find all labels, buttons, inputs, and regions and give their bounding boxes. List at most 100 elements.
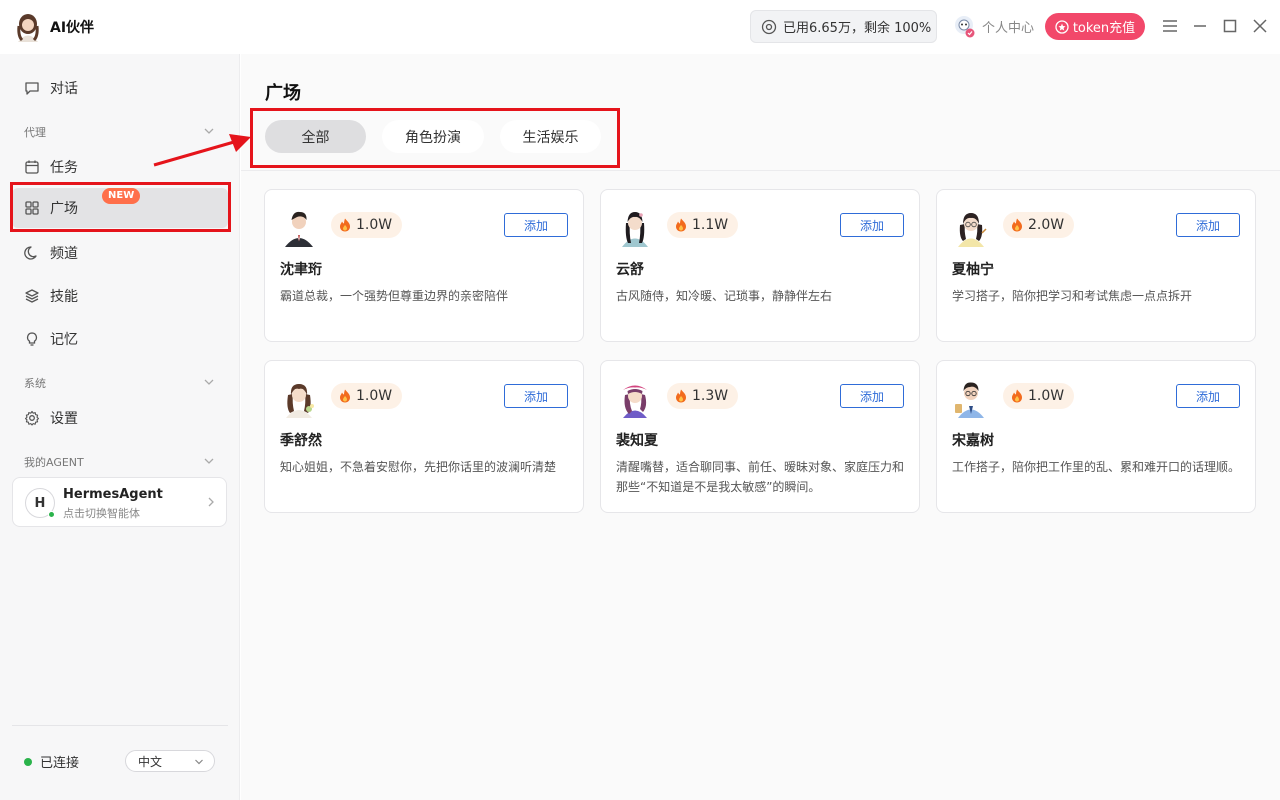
group-label-agent: 代理: [24, 126, 46, 139]
character-name: 宋嘉树: [952, 433, 994, 449]
sidebar-item-label: 广场: [50, 201, 78, 217]
new-badge: NEW: [102, 188, 141, 204]
popularity-value: 1.1W: [692, 217, 729, 233]
fire-icon: [676, 218, 686, 232]
connection-dot: [24, 757, 32, 766]
character-avatar: [955, 382, 984, 418]
token-recharge-button[interactable]: token充值: [1045, 13, 1145, 40]
category-tabs: 全部 角色扮演 生活娱乐: [241, 109, 1280, 171]
usage-gear-icon: [761, 19, 777, 34]
menu-icon[interactable]: [1161, 17, 1179, 35]
tab-all[interactable]: 全部: [265, 120, 366, 153]
language-select[interactable]: 中文: [125, 750, 215, 772]
popularity-badge: 2.0W: [1003, 212, 1075, 238]
close-icon[interactable]: [1251, 17, 1269, 35]
app-logo-icon: [17, 14, 39, 42]
connection-status: 已连接: [24, 752, 79, 771]
sidebar-item-tasks[interactable]: 任务: [12, 147, 228, 187]
add-button[interactable]: 添加: [840, 384, 904, 408]
popularity-badge: 1.0W: [331, 383, 403, 409]
popularity-value: 2.0W: [1028, 217, 1065, 233]
agent-card-yun-shu[interactable]: 1.1W 添加 云舒 古风随侍，知冷暖、记琐事，静静伴左右: [600, 189, 920, 342]
agent-card-shen-yuheng[interactable]: 1.0W 添加 沈聿珩 霸道总裁，一个强势但尊重边界的亲密陪伴: [264, 189, 584, 342]
popularity-badge: 1.0W: [331, 212, 403, 238]
add-button[interactable]: 添加: [1176, 384, 1240, 408]
popularity-value: 1.0W: [1028, 388, 1065, 404]
connection-label: 已连接: [40, 756, 80, 771]
tab-lifestyle[interactable]: 生活娱乐: [500, 120, 601, 153]
sidebar-item-settings[interactable]: 设置: [12, 398, 228, 438]
agent-name: HermesAgent: [63, 487, 163, 502]
agent-subtitle: 点击切换智能体: [63, 507, 140, 520]
character-avatar: [958, 213, 987, 247]
add-button[interactable]: 添加: [504, 213, 568, 237]
character-avatar: [622, 212, 648, 247]
character-description: 霸道总裁，一个强势但尊重边界的亲密陪伴: [280, 289, 509, 303]
agent-switcher[interactable]: H HermesAgent 点击切换智能体: [12, 477, 227, 527]
agent-card-pei-zhixia[interactable]: 1.3W 添加 裴知夏 清醒嘴替，适合聊同事、前任、暧昧对象、家庭压力和那些“不…: [600, 360, 920, 513]
chat-bubble-icon: [25, 82, 39, 95]
character-avatar: [286, 384, 314, 418]
popularity-badge: 1.3W: [667, 383, 739, 409]
chevron-down-icon: [195, 759, 203, 765]
lightbulb-icon: [26, 332, 38, 346]
add-button[interactable]: 添加: [504, 384, 568, 408]
token-icon: [1055, 19, 1069, 34]
group-label-system: 系统: [24, 377, 46, 390]
app-title: AI伙伴: [50, 20, 95, 36]
chevron-right-icon: [208, 497, 214, 507]
sidebar-item-label: 对话: [50, 81, 78, 97]
title-bar: AI伙伴 已用6.65万，剩余 100% 个人中心 token充值: [0, 0, 1280, 54]
popularity-badge: 1.1W: [667, 212, 739, 238]
fire-icon: [340, 389, 350, 403]
sidebar-item-label: 技能: [50, 289, 78, 305]
chevron-down-icon[interactable]: [203, 455, 215, 467]
character-description: 工作搭子，陪你把工作里的乱、累和难开口的话理顺。: [952, 460, 1241, 474]
fire-icon: [1012, 389, 1022, 403]
tab-roleplay[interactable]: 角色扮演: [382, 120, 484, 153]
user-avatar-icon: [955, 16, 975, 38]
page-title: 广场: [265, 83, 301, 104]
sidebar-item-label: 任务: [50, 160, 78, 176]
maximize-icon[interactable]: [1221, 17, 1239, 35]
character-name: 夏柚宁: [952, 262, 994, 278]
language-value: 中文: [138, 754, 163, 769]
character-description: 清醒嘴替，适合聊同事、前任、暧昧对象、家庭压力和那些“不知道是不是我太敏感”的瞬…: [616, 460, 905, 494]
agent-card-xia-youning[interactable]: 2.0W 添加 夏柚宁 学习搭子，陪你把学习和考试焦虑一点点拆开: [936, 189, 1256, 342]
user-center-button[interactable]: 个人中心: [952, 14, 1034, 38]
sidebar-item-memory[interactable]: 记忆: [12, 319, 228, 359]
popularity-value: 1.0W: [356, 388, 393, 404]
popularity-value: 1.0W: [356, 217, 393, 233]
agent-card-song-jiashu[interactable]: 1.0W 添加 宋嘉树 工作搭子，陪你把工作里的乱、累和难开口的话理顺。: [936, 360, 1256, 513]
chevron-down-icon[interactable]: [203, 376, 215, 388]
sidebar-divider: [12, 725, 228, 726]
token-usage-indicator[interactable]: 已用6.65万，剩余 100%: [750, 10, 937, 43]
token-recharge-label: token充值: [1072, 21, 1136, 36]
calendar-icon: [25, 160, 39, 174]
user-center-label: 个人中心: [982, 20, 1035, 36]
character-avatar: [623, 385, 647, 418]
group-label-my-agent: 我的AGENT: [24, 456, 84, 469]
usage-text: 已用6.65万，剩余 100%: [783, 21, 932, 36]
sidebar-item-skills[interactable]: 技能: [12, 276, 228, 316]
popularity-value: 1.3W: [692, 388, 729, 404]
minimize-icon[interactable]: [1191, 17, 1209, 35]
chevron-down-icon[interactable]: [203, 125, 215, 137]
add-button[interactable]: 添加: [1176, 213, 1240, 237]
sidebar-item-channels[interactable]: 频道: [12, 233, 228, 273]
gear-icon: [24, 410, 40, 426]
character-name: 季舒然: [280, 433, 322, 449]
main-content: 广场 全部 角色扮演 生活娱乐 1.0W 添加 沈聿珩 霸道总裁，一个强势但尊重…: [241, 54, 1280, 800]
fire-icon: [676, 389, 686, 403]
agent-online-indicator: [48, 511, 55, 518]
character-name: 云舒: [616, 262, 644, 278]
sidebar-item-label: 记忆: [50, 332, 78, 348]
agent-card-ji-shuran[interactable]: 1.0W 添加 季舒然 知心姐姐，不急着安慰你，先把你话里的波澜听清楚: [264, 360, 584, 513]
sidebar-item-label: 频道: [50, 246, 78, 262]
character-avatar: [285, 211, 313, 247]
sidebar-item-label: 设置: [50, 411, 78, 427]
sidebar-item-chat[interactable]: 对话: [12, 68, 228, 108]
add-button[interactable]: 添加: [840, 213, 904, 237]
fire-icon: [1012, 218, 1022, 232]
character-description: 古风随侍，知冷暖、记琐事，静静伴左右: [616, 289, 833, 303]
